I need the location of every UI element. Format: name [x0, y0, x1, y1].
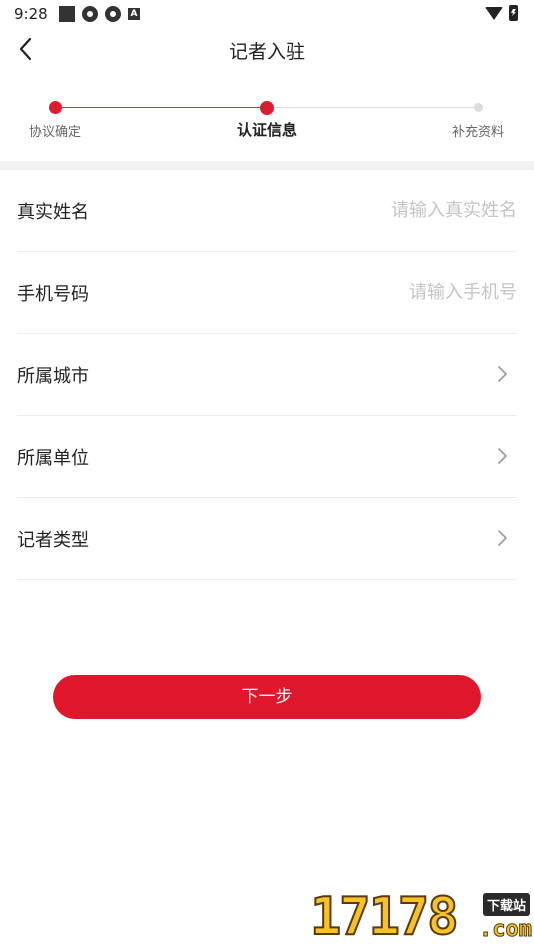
- step-dot-1: [49, 101, 62, 114]
- step-label-2: 认证信息: [237, 121, 298, 139]
- next-step-button[interactable]: 下一步: [53, 675, 481, 719]
- gear-icon: [82, 6, 98, 22]
- page-title: 记者入驻: [228, 41, 305, 63]
- progress-stepper: 协议确定 认证信息 补充资料: [0, 90, 534, 150]
- battery-icon: [509, 5, 518, 21]
- step-dot-2: [260, 101, 274, 115]
- form-row-city[interactable]: 所属城市: [17, 334, 517, 416]
- watermark-suffix: .com: [479, 917, 533, 943]
- nav-header: 记者入驻: [0, 28, 534, 72]
- real-name-input[interactable]: [317, 196, 517, 224]
- status-icons-left: A: [59, 6, 140, 22]
- status-icons-right: [485, 5, 518, 21]
- a-letter-icon: A: [128, 8, 140, 20]
- section-divider: [0, 161, 534, 170]
- status-bar: 9:28 A: [0, 0, 534, 28]
- chevron-right-icon: [498, 448, 507, 464]
- gear-icon: [105, 6, 121, 22]
- phone-input[interactable]: [317, 278, 517, 306]
- chevron-right-icon: [498, 366, 507, 382]
- step-label-1: 协议确定: [29, 125, 82, 140]
- certification-form: 真实姓名 手机号码 所属城市 所属单位 记者类型: [0, 170, 534, 580]
- wifi-icon: [485, 6, 503, 20]
- step-dot-3: [474, 103, 483, 112]
- square-icon: [59, 6, 75, 22]
- city-label: 所属城市: [17, 366, 89, 387]
- form-row-real-name: 真实姓名: [17, 170, 517, 252]
- form-row-organization[interactable]: 所属单位: [17, 416, 517, 498]
- reporter-type-label: 记者类型: [17, 530, 89, 551]
- site-watermark-logo: 17178 下载站 .com: [309, 885, 534, 950]
- form-row-phone: 手机号码: [17, 252, 517, 334]
- phone-label: 手机号码: [17, 284, 89, 305]
- status-time: 9:28: [14, 5, 48, 23]
- step-connector-pending: [267, 107, 479, 108]
- watermark-tag: 下载站: [482, 893, 530, 916]
- real-name-label: 真实姓名: [17, 202, 89, 223]
- chevron-right-icon: [498, 530, 507, 546]
- watermark-digits: 17178: [309, 886, 460, 948]
- form-row-reporter-type[interactable]: 记者类型: [17, 498, 517, 580]
- organization-label: 所属单位: [17, 448, 89, 469]
- step-label-3: 补充资料: [452, 125, 505, 140]
- step-connector-done: [55, 107, 267, 108]
